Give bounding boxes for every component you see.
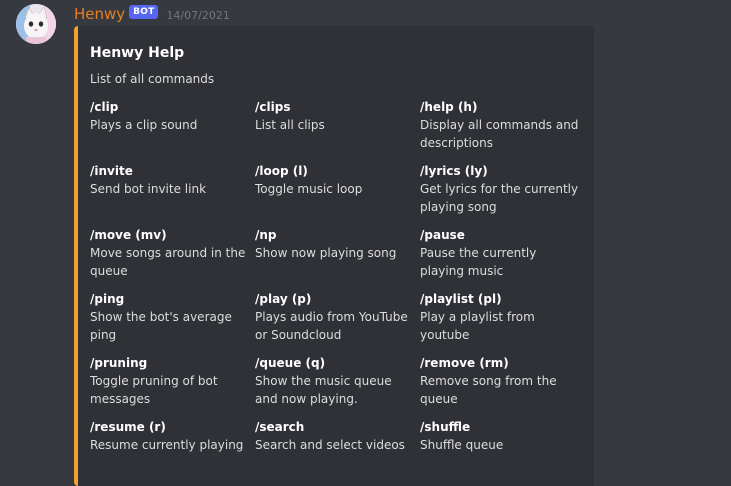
field-command-description: Move songs around in the queue: [90, 246, 246, 278]
message-header: Henwy BOT 14/07/2021: [74, 3, 230, 25]
embed-field: /loop (l) Toggle music loop: [255, 162, 420, 226]
embed-field: /pause Pause the currently playing music: [420, 226, 585, 290]
embed-field: /remove (rm) Remove song from the queue: [420, 354, 585, 418]
field-command-description: Toggle pruning of bot messages: [90, 374, 218, 406]
embed-field: /np Show now playing song: [255, 226, 420, 290]
embed-field: /resume (r) Resume currently playing: [90, 418, 255, 482]
field-command-name: /search: [255, 420, 305, 434]
chat-message: Henwy BOT 14/07/2021 Henwy Help List of …: [0, 0, 731, 486]
field-command-name: /queue (q): [255, 356, 326, 370]
field-command-description: Shuffle queue: [420, 438, 504, 452]
embed-field: /invite Send bot invite link: [90, 162, 255, 226]
field-command-name: /ping: [90, 292, 125, 306]
help-embed: Henwy Help List of all commands /clip Pla…: [74, 26, 594, 486]
message-timestamp[interactable]: 14/07/2021: [166, 9, 229, 22]
field-command-description: List all clips: [255, 118, 325, 132]
field-command-name: /loop (l): [255, 164, 308, 178]
field-command-description: Send bot invite link: [90, 182, 207, 196]
field-command-name: /help (h): [420, 100, 478, 114]
field-command-description: Remove song from the queue: [420, 374, 557, 406]
embed-field: /shuffle Shuffle queue: [420, 418, 585, 482]
embed-field: /clips List all clips: [255, 98, 420, 162]
embed-field: /play (p) Plays audio from YouTube or Sou…: [255, 290, 420, 354]
field-command-name: /lyrics (ly): [420, 164, 488, 178]
cat-avatar-icon[interactable]: [16, 4, 56, 44]
field-command-name: /play (p): [255, 292, 312, 306]
field-command-name: /resume (r): [90, 420, 166, 434]
username[interactable]: Henwy: [74, 5, 125, 23]
embed-field: /search Search and select videos: [255, 418, 420, 482]
field-command-name: /move (mv): [90, 228, 167, 242]
field-command-description: Resume currently playing: [90, 438, 244, 452]
field-command-description: Get lyrics for the currently playing son…: [420, 182, 579, 214]
field-command-name: /pause: [420, 228, 465, 242]
embed-field: /playlist (pl) Play a playlist from youtu…: [420, 290, 585, 354]
field-command-name: /playlist (pl): [420, 292, 502, 306]
field-command-description: Plays a clip sound: [90, 118, 198, 132]
embed-description: List of all commands: [90, 72, 215, 86]
field-command-name: /invite: [90, 164, 133, 178]
embed-field: /pruning Toggle pruning of bot messages: [90, 354, 255, 418]
embed-field: /clip Plays a clip sound: [90, 98, 255, 162]
bot-badge: BOT: [129, 5, 159, 19]
field-command-name: /remove (rm): [420, 356, 509, 370]
embed-title: Henwy Help: [90, 45, 185, 61]
embed-field: /help (h) Display all commands and descri…: [420, 98, 585, 162]
field-command-description: Plays audio from YouTube or Soundcloud: [255, 310, 408, 342]
embed-field: /lyrics (ly) Get lyrics for the currently…: [420, 162, 585, 226]
field-command-name: /pruning: [90, 356, 148, 370]
embed-field: /move (mv) Move songs around in the queue: [90, 226, 255, 290]
field-command-description: Show now playing song: [255, 246, 397, 260]
embed-fields: /clip Plays a clip sound/clips List all cl…: [90, 98, 590, 482]
field-command-description: Show the bot's average ping: [90, 310, 232, 342]
field-command-name: /shuffle: [420, 420, 471, 434]
field-command-description: Display all commands and descriptions: [420, 118, 579, 150]
field-command-description: Pause the currently playing music: [420, 246, 537, 278]
embed-field: /ping Show the bot's average ping: [90, 290, 255, 354]
field-command-name: /clip: [90, 100, 119, 114]
field-command-description: Show the music queue and now playing.: [255, 374, 392, 406]
embed-field: /queue (q) Show the music queue and now p…: [255, 354, 420, 418]
field-command-name: /np: [255, 228, 277, 242]
field-command-description: Search and select videos: [255, 438, 405, 452]
field-command-name: /clips: [255, 100, 291, 114]
field-command-description: Toggle music loop: [255, 182, 363, 196]
field-command-description: Play a playlist from youtube: [420, 310, 535, 342]
